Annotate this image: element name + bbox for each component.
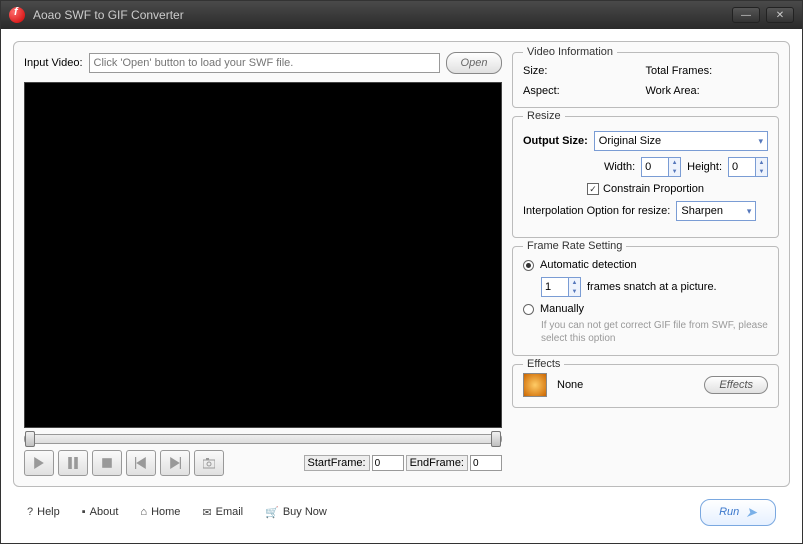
width-input[interactable] xyxy=(642,158,668,176)
aspect-label: Aspect: xyxy=(523,85,646,97)
width-label: Width: xyxy=(604,161,635,173)
video-information-group: Video Information Size: Total Frames: As… xyxy=(512,52,779,108)
snatch-spinner[interactable]: ▲▼ xyxy=(541,277,581,297)
help-icon: ? xyxy=(27,506,33,518)
end-frame-input[interactable] xyxy=(470,455,502,471)
run-arrow-icon: ➤ xyxy=(745,504,757,521)
snatch-up[interactable]: ▲ xyxy=(568,278,580,287)
resize-group: Resize Output Size: Original Size ▾ Widt… xyxy=(512,116,779,238)
chevron-down-icon: ▾ xyxy=(747,206,752,217)
width-spinner[interactable]: ▲▼ xyxy=(641,157,681,177)
buy-now-link[interactable]: 🛒Buy Now xyxy=(265,506,327,519)
stop-button[interactable] xyxy=(92,450,122,476)
body: Input Video: Open xyxy=(1,29,802,543)
close-button[interactable]: ✕ xyxy=(766,7,794,23)
cart-icon: 🛒 xyxy=(265,506,279,519)
snapshot-button[interactable] xyxy=(194,450,224,476)
interpolation-value: Sharpen xyxy=(681,205,723,217)
output-size-value: Original Size xyxy=(599,135,661,147)
run-button[interactable]: Run➤ xyxy=(700,499,776,526)
app-icon xyxy=(9,7,25,23)
video-information-legend: Video Information xyxy=(523,46,617,58)
interpolation-label: Interpolation Option for resize: xyxy=(523,205,670,217)
bottom-bar: ?Help ▪About ⌂Home ✉Email 🛒Buy Now Run➤ xyxy=(13,493,790,531)
start-frame-label: StartFrame: xyxy=(304,455,370,471)
about-icon: ▪ xyxy=(82,506,86,518)
constrain-proportion-checkbox[interactable]: ✓ xyxy=(587,183,599,195)
play-button[interactable] xyxy=(24,450,54,476)
snatch-input[interactable] xyxy=(542,278,568,296)
home-link[interactable]: ⌂Home xyxy=(140,506,180,518)
width-up[interactable]: ▲ xyxy=(668,158,680,167)
video-preview xyxy=(24,82,502,428)
help-link[interactable]: ?Help xyxy=(27,506,60,518)
start-frame-input[interactable] xyxy=(372,455,404,471)
height-label: Height: xyxy=(687,161,722,173)
home-icon: ⌂ xyxy=(140,506,147,518)
total-frames-label: Total Frames: xyxy=(646,65,769,77)
minimize-button[interactable]: — xyxy=(732,7,760,23)
seek-slider[interactable] xyxy=(24,434,502,444)
output-size-select[interactable]: Original Size ▾ xyxy=(594,131,768,151)
effect-current: None xyxy=(557,379,583,391)
automatic-detection-label: Automatic detection xyxy=(540,259,637,271)
height-spinner[interactable]: ▲▼ xyxy=(728,157,768,177)
prev-frame-button[interactable] xyxy=(126,450,156,476)
effects-button[interactable]: Effects xyxy=(704,376,768,394)
open-button[interactable]: Open xyxy=(446,52,502,74)
snatch-suffix: frames snatch at a picture. xyxy=(587,281,717,293)
email-icon: ✉ xyxy=(202,506,211,519)
width-down[interactable]: ▼ xyxy=(668,167,680,176)
seek-handle-start[interactable] xyxy=(25,431,35,447)
constrain-proportion-label: Constrain Proportion xyxy=(603,183,704,195)
height-up[interactable]: ▲ xyxy=(755,158,767,167)
height-down[interactable]: ▼ xyxy=(755,167,767,176)
input-video-label: Input Video: xyxy=(24,57,83,69)
end-frame-label: EndFrame: xyxy=(406,455,468,471)
automatic-detection-radio[interactable] xyxy=(523,260,534,271)
manually-label: Manually xyxy=(540,303,584,315)
left-column: Input Video: Open xyxy=(24,52,502,476)
output-size-label: Output Size: xyxy=(523,135,588,147)
pause-button[interactable] xyxy=(58,450,88,476)
seek-handle-end[interactable] xyxy=(491,431,501,447)
next-frame-button[interactable] xyxy=(160,450,190,476)
app-window: Aoao SWF to GIF Converter — ✕ Input Vide… xyxy=(0,0,803,544)
frame-rate-group: Frame Rate Setting Automatic detection ▲… xyxy=(512,246,779,356)
titlebar: Aoao SWF to GIF Converter — ✕ xyxy=(1,1,802,29)
frame-rate-legend: Frame Rate Setting xyxy=(523,240,626,252)
work-area-label: Work Area: xyxy=(646,85,769,97)
manually-radio[interactable] xyxy=(523,304,534,315)
manually-hint: If you can not get correct GIF file from… xyxy=(541,319,768,345)
interpolation-select[interactable]: Sharpen ▾ xyxy=(676,201,756,221)
size-label: Size: xyxy=(523,65,646,77)
effects-legend: Effects xyxy=(523,358,564,370)
main-panel: Input Video: Open xyxy=(13,41,790,487)
resize-legend: Resize xyxy=(523,110,565,122)
chevron-down-icon: ▾ xyxy=(758,136,763,147)
window-title: Aoao SWF to GIF Converter xyxy=(33,8,732,22)
height-input[interactable] xyxy=(729,158,755,176)
snatch-down[interactable]: ▼ xyxy=(568,287,580,296)
input-video-field[interactable] xyxy=(89,53,440,73)
effect-thumbnail xyxy=(523,373,547,397)
about-link[interactable]: ▪About xyxy=(82,506,119,518)
right-column: Video Information Size: Total Frames: As… xyxy=(512,52,779,476)
effects-group: Effects None Effects xyxy=(512,364,779,408)
email-link[interactable]: ✉Email xyxy=(202,506,243,519)
